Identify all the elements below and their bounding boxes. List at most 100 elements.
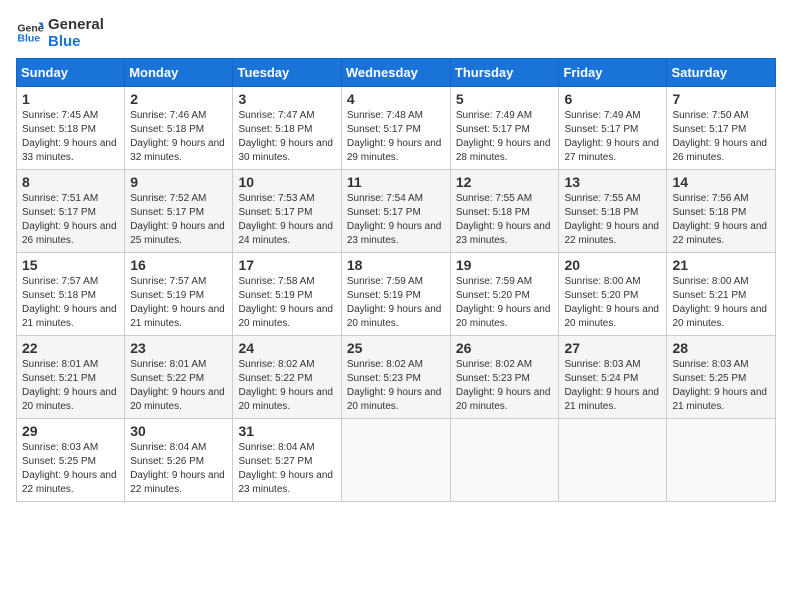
calendar-week-5: 29 Sunrise: 8:03 AMSunset: 5:25 PMDayligh… [17,419,776,502]
calendar-day-20: 20Sunrise: 8:00 AMSunset: 5:20 PMDayligh… [559,253,667,336]
calendar-day-16: 16 Sunrise: 7:57 AMSunset: 5:19 PMDayligh… [125,253,233,336]
day-number: 6 [564,91,661,107]
day-number: 14 [672,174,770,190]
day-number: 29 [22,423,119,439]
calendar-week-1: 1Sunrise: 7:45 AMSunset: 5:18 PMDaylight… [17,87,776,170]
calendar-day-24: 24 Sunrise: 8:02 AMSunset: 5:22 PMDayligh… [233,336,341,419]
day-info: Sunrise: 7:51 AMSunset: 5:17 PMDaylight:… [22,192,119,248]
calendar-day-21: 21 Sunrise: 8:00 AMSunset: 5:21 PMDayligh… [667,253,776,336]
day-number: 24 [238,340,335,356]
day-number: 8 [22,174,119,190]
day-number: 21 [672,257,770,273]
day-number: 23 [130,340,227,356]
day-info: Sunrise: 7:48 AMSunset: 5:17 PMDaylight:… [347,109,445,165]
day-info: Sunrise: 8:03 AMSunset: 5:24 PMDaylight:… [564,358,661,414]
day-info: Sunrise: 7:47 AMSunset: 5:18 PMDaylight:… [238,109,335,165]
calendar-day-4: 4 Sunrise: 7:48 AMSunset: 5:17 PMDaylight… [341,87,450,170]
day-info: Sunrise: 7:56 AMSunset: 5:18 PMDaylight:… [672,192,770,248]
day-number: 27 [564,340,661,356]
calendar-day-18: 18Sunrise: 7:59 AMSunset: 5:19 PMDayligh… [341,253,450,336]
calendar-day-23: 23 Sunrise: 8:01 AMSunset: 5:22 PMDayligh… [125,336,233,419]
day-number: 26 [456,340,554,356]
empty-cell [667,419,776,502]
calendar-day-26: 26 Sunrise: 8:02 AMSunset: 5:23 PMDayligh… [450,336,559,419]
day-info: Sunrise: 8:00 AMSunset: 5:20 PMDaylight:… [564,275,661,331]
day-info: Sunrise: 8:03 AMSunset: 5:25 PMDaylight:… [672,358,770,414]
day-info: Sunrise: 8:00 AMSunset: 5:21 PMDaylight:… [672,275,770,331]
day-info: Sunrise: 7:57 AMSunset: 5:19 PMDaylight:… [130,275,227,331]
calendar-day-3: 3 Sunrise: 7:47 AMSunset: 5:18 PMDaylight… [233,87,341,170]
calendar-day-12: 12 Sunrise: 7:55 AMSunset: 5:18 PMDayligh… [450,170,559,253]
calendar-day-14: 14 Sunrise: 7:56 AMSunset: 5:18 PMDayligh… [667,170,776,253]
day-info: Sunrise: 7:49 AMSunset: 5:17 PMDaylight:… [564,109,661,165]
calendar-day-13: 13 Sunrise: 7:55 AMSunset: 5:18 PMDayligh… [559,170,667,253]
column-header-saturday: Saturday [667,59,776,87]
calendar-week-3: 15Sunrise: 7:57 AMSunset: 5:18 PMDayligh… [17,253,776,336]
day-number: 3 [238,91,335,107]
day-number: 10 [238,174,335,190]
svg-text:Blue: Blue [17,32,40,44]
day-info: Sunrise: 7:58 AMSunset: 5:19 PMDaylight:… [238,275,335,331]
day-info: Sunrise: 8:02 AMSunset: 5:22 PMDaylight:… [238,358,335,414]
day-info: Sunrise: 7:54 AMSunset: 5:17 PMDaylight:… [347,192,445,248]
day-number: 2 [130,91,227,107]
day-number: 11 [347,174,445,190]
calendar-day-2: 2 Sunrise: 7:46 AMSunset: 5:18 PMDaylight… [125,87,233,170]
calendar-day-7: 7 Sunrise: 7:50 AMSunset: 5:17 PMDaylight… [667,87,776,170]
calendar-day-10: 10 Sunrise: 7:53 AMSunset: 5:17 PMDayligh… [233,170,341,253]
day-number: 31 [238,423,335,439]
day-info: Sunrise: 8:03 AMSunset: 5:25 PMDaylight:… [22,441,119,497]
day-info: Sunrise: 7:50 AMSunset: 5:17 PMDaylight:… [672,109,770,165]
calendar-day-29: 29 Sunrise: 8:03 AMSunset: 5:25 PMDayligh… [17,419,125,502]
day-info: Sunrise: 8:04 AMSunset: 5:26 PMDaylight:… [130,441,227,497]
calendar-table: SundayMondayTuesdayWednesdayThursdayFrid… [16,58,776,502]
calendar-day-28: 28 Sunrise: 8:03 AMSunset: 5:25 PMDayligh… [667,336,776,419]
calendar-day-9: 9Sunrise: 7:52 AMSunset: 5:17 PMDaylight… [125,170,233,253]
calendar-day-5: 5 Sunrise: 7:49 AMSunset: 5:17 PMDaylight… [450,87,559,170]
calendar-header-row: SundayMondayTuesdayWednesdayThursdayFrid… [17,59,776,87]
day-number: 30 [130,423,227,439]
day-info: Sunrise: 7:55 AMSunset: 5:18 PMDaylight:… [456,192,554,248]
calendar-day-22: 22 Sunrise: 8:01 AMSunset: 5:21 PMDayligh… [17,336,125,419]
day-number: 9 [130,174,227,190]
day-info: Sunrise: 7:55 AMSunset: 5:18 PMDaylight:… [564,192,661,248]
day-info: Sunrise: 8:01 AMSunset: 5:21 PMDaylight:… [22,358,119,414]
empty-cell [450,419,559,502]
day-info: Sunrise: 8:01 AMSunset: 5:22 PMDaylight:… [130,358,227,414]
calendar-day-11: 11 Sunrise: 7:54 AMSunset: 5:17 PMDayligh… [341,170,450,253]
logo-text-blue: Blue [48,33,104,50]
calendar-day-17: 17 Sunrise: 7:58 AMSunset: 5:19 PMDayligh… [233,253,341,336]
day-info: Sunrise: 7:57 AMSunset: 5:18 PMDaylight:… [22,275,119,331]
day-info: Sunrise: 7:59 AMSunset: 5:19 PMDaylight:… [347,275,445,331]
column-header-tuesday: Tuesday [233,59,341,87]
header: General Blue General Blue [16,16,776,50]
day-number: 22 [22,340,119,356]
column-header-friday: Friday [559,59,667,87]
calendar-day-19: 19 Sunrise: 7:59 AMSunset: 5:20 PMDayligh… [450,253,559,336]
day-number: 17 [238,257,335,273]
day-info: Sunrise: 7:53 AMSunset: 5:17 PMDaylight:… [238,192,335,248]
day-number: 7 [672,91,770,107]
day-info: Sunrise: 8:02 AMSunset: 5:23 PMDaylight:… [456,358,554,414]
column-header-sunday: Sunday [17,59,125,87]
calendar-day-1: 1Sunrise: 7:45 AMSunset: 5:18 PMDaylight… [17,87,125,170]
day-info: Sunrise: 7:49 AMSunset: 5:17 PMDaylight:… [456,109,554,165]
day-number: 19 [456,257,554,273]
day-number: 28 [672,340,770,356]
day-number: 12 [456,174,554,190]
day-number: 5 [456,91,554,107]
calendar-week-4: 22 Sunrise: 8:01 AMSunset: 5:21 PMDayligh… [17,336,776,419]
day-number: 16 [130,257,227,273]
day-number: 13 [564,174,661,190]
calendar-week-2: 8 Sunrise: 7:51 AMSunset: 5:17 PMDaylight… [17,170,776,253]
day-info: Sunrise: 7:45 AMSunset: 5:18 PMDaylight:… [22,109,119,165]
column-header-wednesday: Wednesday [341,59,450,87]
day-info: Sunrise: 7:59 AMSunset: 5:20 PMDaylight:… [456,275,554,331]
day-info: Sunrise: 7:46 AMSunset: 5:18 PMDaylight:… [130,109,227,165]
day-number: 4 [347,91,445,107]
empty-cell [341,419,450,502]
logo: General Blue General Blue [16,16,104,50]
calendar-day-30: 30 Sunrise: 8:04 AMSunset: 5:26 PMDayligh… [125,419,233,502]
day-number: 25 [347,340,445,356]
column-header-monday: Monday [125,59,233,87]
